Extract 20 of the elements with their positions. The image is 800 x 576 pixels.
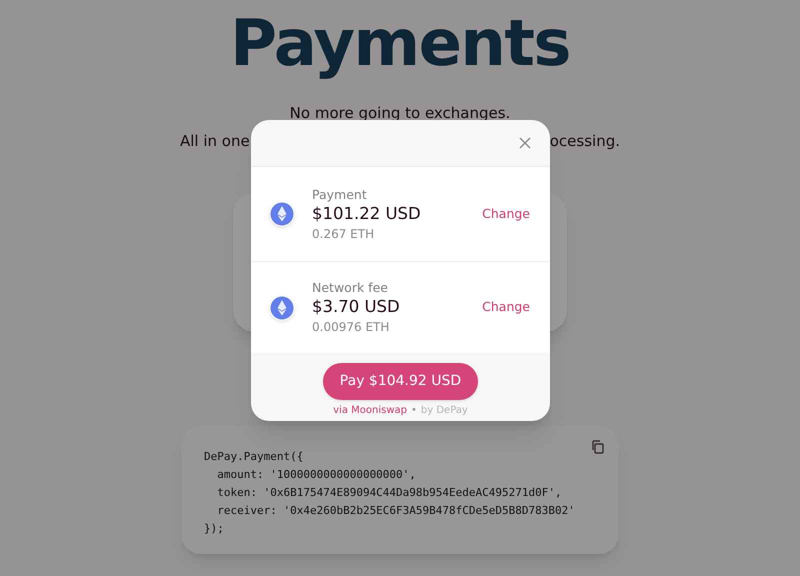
row-label: Payment <box>312 186 368 202</box>
close-icon[interactable] <box>519 137 531 149</box>
tagline-fragment: ocessing. <box>550 131 620 152</box>
separator: • <box>411 404 417 418</box>
code-text: DePay.Payment({ amount: '1000000000000000000', token: '0x6B175474E89094C44Da98b954EedeAC495271d0F', receiver: '0x4e260bB2b25EC6F3A59B478fCDe5eD5B8D783B02' }); <box>204 449 576 537</box>
fiat-amount: $101.22 USD <box>312 202 422 224</box>
crypto-amount: 0.00976 ETH <box>312 319 390 336</box>
copy-icon[interactable] <box>591 440 605 454</box>
credit-text: by DePay <box>420 404 468 418</box>
crypto-amount: 0.267 ETH <box>312 226 376 242</box>
tagline-fragment: All in one <box>180 131 250 152</box>
provider-link[interactable]: via Mooniswap <box>333 404 407 418</box>
row-label: Network fee <box>312 279 389 296</box>
change-link[interactable]: Change <box>482 204 530 224</box>
ethereum-icon <box>269 201 295 227</box>
pay-button[interactable]: Pay $104.92 USD <box>323 363 478 400</box>
ethereum-icon <box>269 294 295 320</box>
page-title: Payments <box>230 6 570 82</box>
fiat-amount: $3.70 USD <box>312 296 401 318</box>
change-link[interactable]: Change <box>482 298 530 317</box>
